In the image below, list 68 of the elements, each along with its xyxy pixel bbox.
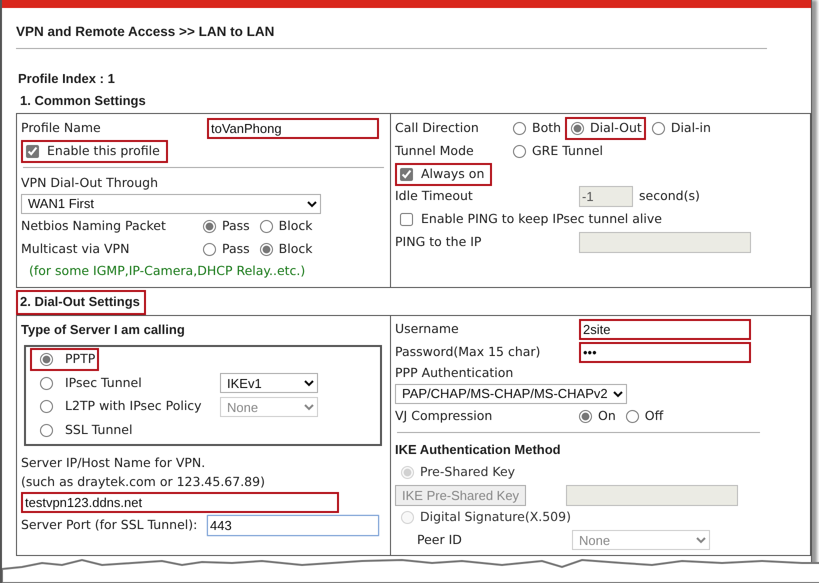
radio-button[interactable] bbox=[40, 352, 53, 366]
profile-index: Profile Index : 1 bbox=[18, 70, 116, 88]
group-heading: Type of Server I am calling bbox=[21, 321, 185, 339]
radio-label: Pass bbox=[222, 217, 250, 235]
checkbox[interactable] bbox=[400, 168, 413, 181]
field-label: VPN Dial-Out Through bbox=[21, 174, 158, 192]
radio-button[interactable] bbox=[40, 400, 53, 414]
field-label: PPP Authentication bbox=[395, 364, 514, 382]
text-field[interactable]: toVanPhong bbox=[207, 118, 379, 139]
radio-button[interactable] bbox=[652, 122, 665, 136]
radio-button[interactable] bbox=[513, 144, 526, 158]
radio-label: PPTP bbox=[65, 350, 96, 368]
hint-text: (for some IGMP,IP-Camera,DHCP Relay..etc.) bbox=[28, 262, 306, 280]
radio-label: Off bbox=[644, 407, 664, 425]
text-field[interactable]: 443 bbox=[207, 514, 379, 536]
unit-label: second(s) bbox=[639, 187, 700, 206]
radio-label: L2TP with IPsec Policy bbox=[65, 397, 202, 416]
radio-label: Pre-Shared Key bbox=[420, 463, 516, 482]
text-field[interactable]: ••• bbox=[579, 342, 751, 363]
radio-button[interactable] bbox=[579, 410, 592, 423]
radio-label: On bbox=[598, 407, 616, 425]
dropdown[interactable]: WAN1 First bbox=[21, 194, 321, 214]
field-label: Profile Name bbox=[21, 119, 102, 138]
radio-button[interactable] bbox=[571, 122, 584, 136]
radio-button[interactable] bbox=[260, 220, 273, 233]
radio-label: IPsec Tunnel bbox=[65, 374, 142, 392]
radio-label: Block bbox=[278, 240, 312, 258]
radio-label: Digital Signature(X.509) bbox=[420, 508, 571, 526]
field-label: Call Direction bbox=[395, 119, 480, 138]
field-label: Server IP/Host Name for VPN. bbox=[21, 454, 206, 472]
field-label: PING to the IP bbox=[395, 232, 482, 251]
checkbox[interactable] bbox=[26, 144, 39, 158]
radio-button[interactable] bbox=[626, 410, 639, 423]
radio-label: Pass bbox=[222, 240, 250, 258]
radio-button[interactable] bbox=[40, 424, 53, 437]
text-field[interactable]: testvpn123.ddns.net bbox=[21, 492, 339, 514]
field-label: Username bbox=[395, 320, 460, 338]
text-field[interactable]: 2site bbox=[579, 319, 751, 340]
radio-label: GRE Tunnel bbox=[532, 142, 603, 160]
page-title: VPN and Remote Access >> LAN to LAN bbox=[16, 23, 276, 41]
checkbox-label: Enable PING to keep IPsec tunnel alive bbox=[421, 210, 662, 228]
field-label: VJ Compression bbox=[395, 407, 494, 425]
field-label: Peer ID bbox=[417, 530, 463, 549]
field-label: Idle Timeout bbox=[395, 187, 474, 206]
dropdown[interactable]: PAP/CHAP/MS-CHAP/MS-CHAPv2 bbox=[395, 384, 627, 404]
checkbox-label: Always on bbox=[421, 164, 484, 183]
field-label: Netbios Naming Packet bbox=[21, 217, 167, 235]
radio-label: SSL Tunnel bbox=[65, 420, 132, 439]
radio-button[interactable] bbox=[513, 122, 526, 136]
radio-button[interactable] bbox=[203, 242, 216, 256]
radio-button[interactable] bbox=[203, 220, 216, 233]
checkbox-label: Enable this profile bbox=[47, 142, 160, 160]
radio-label: Both bbox=[532, 119, 562, 138]
radio-label: Dial-in bbox=[670, 119, 711, 138]
section-heading: 2. Dial-Out Settings bbox=[16, 290, 146, 314]
group-heading: IKE Authentication Method bbox=[395, 441, 561, 460]
radio-label: Dial-Out bbox=[590, 119, 642, 138]
field-label: Tunnel Mode bbox=[395, 142, 475, 160]
radio-label: Block bbox=[278, 217, 312, 235]
field-label: Multicast via VPN bbox=[21, 240, 130, 258]
section-heading: 1. Common Settings bbox=[19, 92, 147, 110]
field-label: Password(Max 15 char) bbox=[395, 342, 542, 361]
radio-button[interactable] bbox=[260, 242, 273, 256]
field-label: Server Port (for SSL Tunnel): bbox=[21, 516, 198, 534]
dropdown[interactable]: IKEv1 bbox=[220, 373, 318, 394]
checkbox[interactable] bbox=[400, 212, 413, 226]
field-label: (such as draytek.com or 123.45.67.89) bbox=[21, 473, 265, 491]
radio-button[interactable] bbox=[40, 376, 53, 390]
